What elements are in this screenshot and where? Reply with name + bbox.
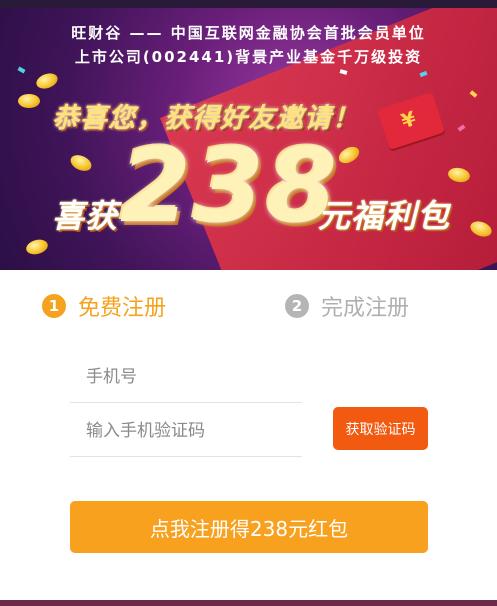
promo-banner: 旺财谷 —— 中国互联网金融协会首批会员单位 上市公司(002441)背景产业基… xyxy=(0,8,497,270)
phone-field xyxy=(70,350,302,403)
status-bar xyxy=(0,0,497,8)
step-label: 免费注册 xyxy=(78,296,167,321)
phone-input[interactable] xyxy=(84,362,298,392)
banner-amount: 238 xyxy=(120,127,339,246)
verification-code-field xyxy=(70,404,302,457)
step-number-badge: 1 xyxy=(42,294,66,318)
coin-icon xyxy=(24,237,50,257)
bottom-bar xyxy=(0,600,497,606)
coin-icon xyxy=(34,70,60,92)
verification-code-input[interactable] xyxy=(84,416,298,446)
banner-tagline-1: 旺财谷 —— 中国互联网金融协会首批会员单位 xyxy=(71,24,426,42)
step-free-register: 1 免费注册 xyxy=(42,290,166,322)
step-complete-register: 2 完成注册 xyxy=(285,290,409,322)
coin-icon xyxy=(18,94,40,108)
get-code-button[interactable]: 获取验证码 xyxy=(333,407,428,450)
coin-icon xyxy=(68,152,94,174)
register-submit-button[interactable]: 点我注册得238元红包 xyxy=(70,501,428,553)
banner-tagline-2: 上市公司(002441)背景产业基金千万级投资 xyxy=(74,48,423,66)
registration-steps: 1 免费注册 2 完成注册 xyxy=(0,270,497,350)
banner-suffix-text: 元福利包 xyxy=(318,197,451,235)
step-label: 完成注册 xyxy=(321,296,410,321)
banner-prefix-text: 喜获 xyxy=(52,197,119,235)
step-number-badge: 2 xyxy=(285,294,309,318)
confetti xyxy=(17,66,26,74)
